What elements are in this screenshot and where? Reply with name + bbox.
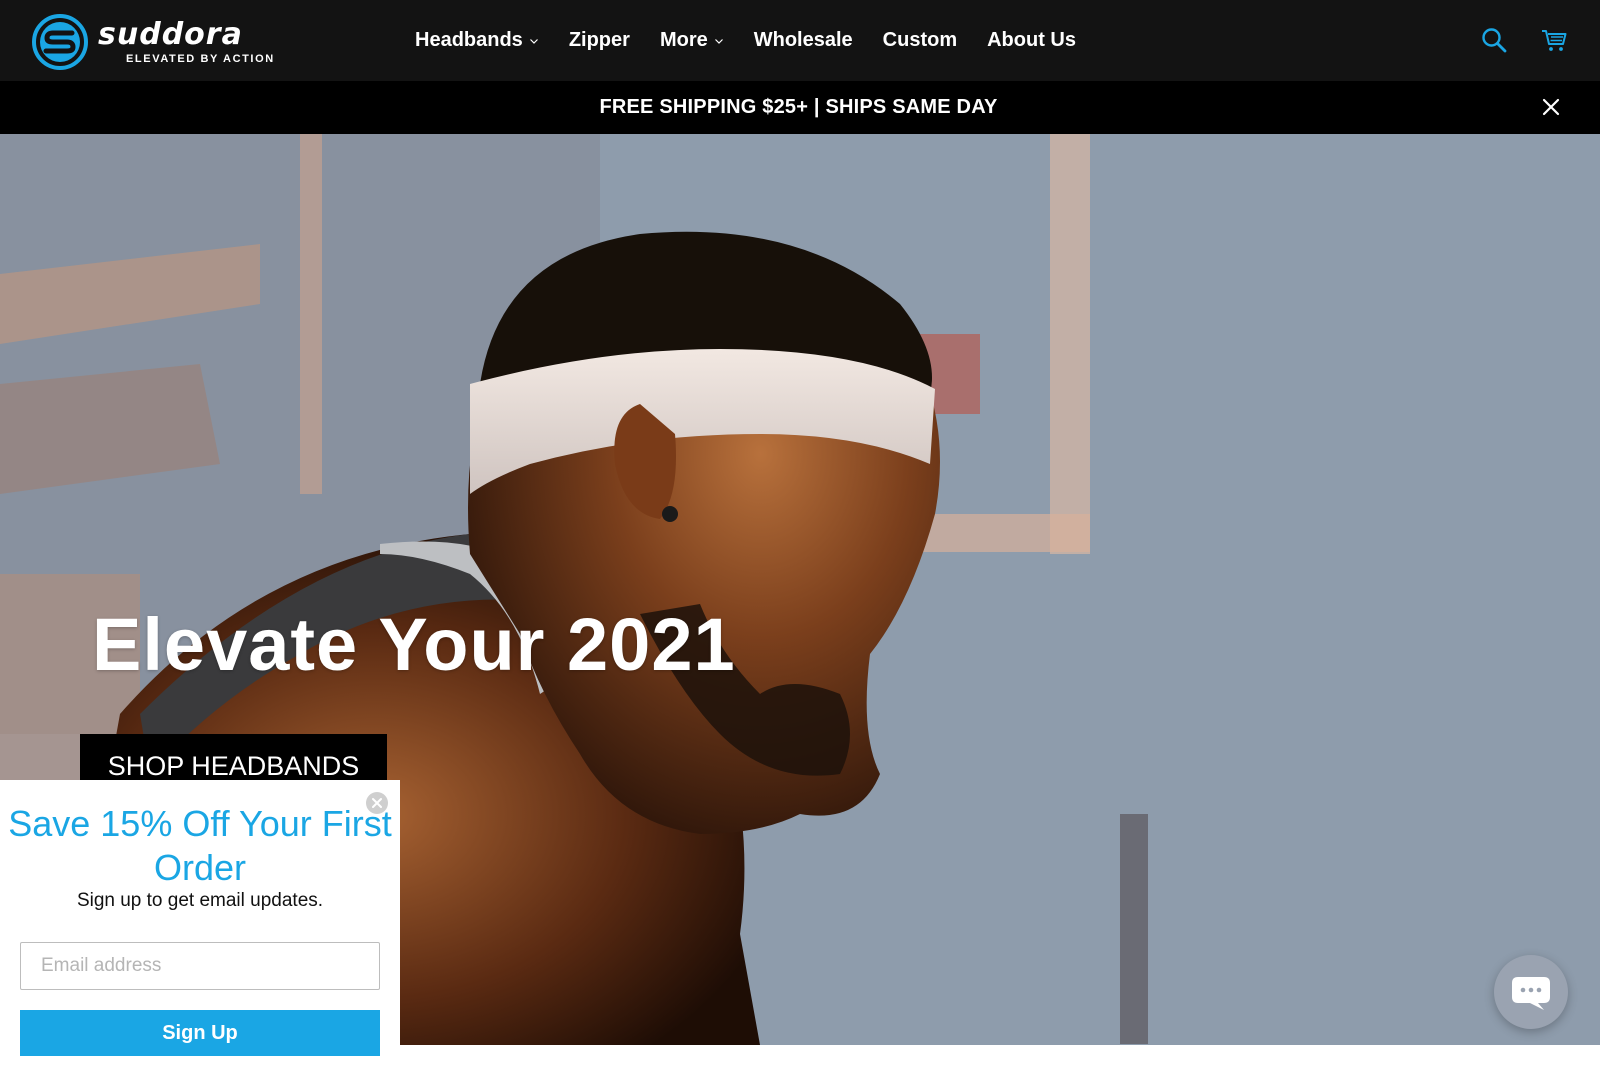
nav-item-wholesale[interactable]: Wholesale [754, 29, 853, 52]
nav-item-label: Wholesale [753, 29, 853, 51]
sign-up-button[interactable]: Sign Up [20, 1010, 380, 1056]
chevron-down-icon [529, 38, 538, 44]
nav-item-label: Zipper [568, 29, 630, 51]
cart-icon[interactable] [1540, 26, 1568, 54]
newsletter-popup: Save 15% Off Your First Order Sign up to… [0, 780, 400, 1066]
logo-wordmark: suddora [98, 17, 243, 52]
logo-mark-icon [32, 14, 88, 70]
search-icon[interactable] [1480, 26, 1508, 54]
nav-item-headbands[interactable]: Headbands [415, 29, 539, 52]
hero-title: Elevate Your 2021 [92, 603, 736, 686]
announcement-text: FREE SHIPPING $25+ | SHIPS SAME DAY [599, 96, 998, 118]
chat-widget-button[interactable] [1494, 955, 1568, 1029]
main-nav: Headbands Zipper More Wholesale Custom A… [415, 0, 1106, 81]
nav-item-custom[interactable]: Custom [883, 29, 957, 52]
chevron-down-icon [714, 38, 723, 44]
close-icon[interactable] [1542, 98, 1560, 116]
popup-title: Save 15% Off Your First Order [8, 803, 392, 888]
announcement-bar: FREE SHIPPING $25+ | SHIPS SAME DAY [0, 81, 1600, 134]
nav-item-label: More [659, 29, 708, 51]
logo-text: suddora ELEVATED BY ACTION [98, 17, 275, 66]
logo-tagline: ELEVATED BY ACTION [126, 53, 275, 65]
email-field[interactable] [20, 942, 380, 990]
chat-bubble-icon [1512, 977, 1550, 1010]
popup-subtitle: Sign up to get email updates. [76, 890, 324, 911]
nav-item-zipper[interactable]: Zipper [569, 29, 630, 52]
site-header: suddora ELEVATED BY ACTION Headbands Zip… [0, 0, 1600, 81]
header-actions [1448, 26, 1568, 54]
nav-item-about-us[interactable]: About Us [987, 29, 1076, 52]
nav-item-label: Custom [882, 29, 958, 51]
nav-item-more[interactable]: More [660, 29, 724, 52]
logo[interactable]: suddora ELEVATED BY ACTION [31, 12, 291, 72]
nav-item-label: Headbands [415, 29, 523, 51]
nav-item-label: About Us [987, 29, 1076, 51]
